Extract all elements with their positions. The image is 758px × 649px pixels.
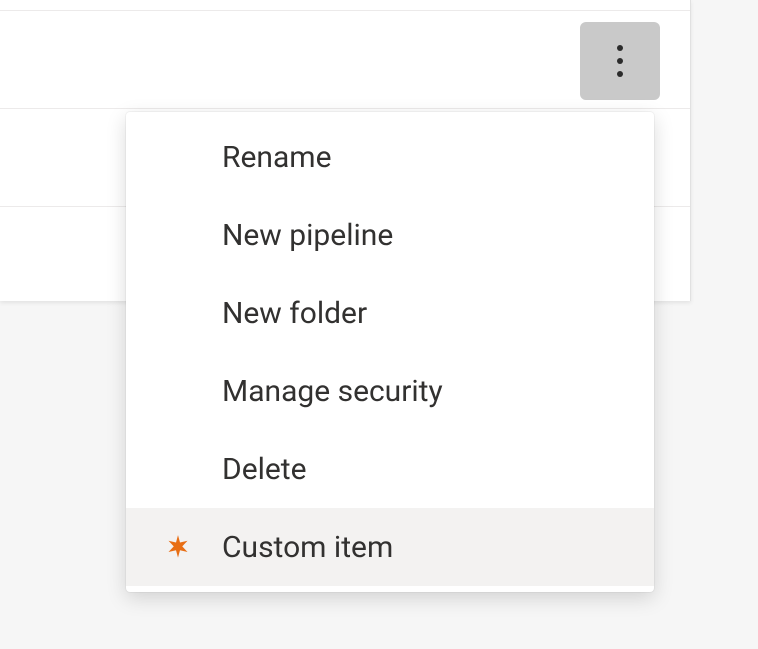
menu-item-label: New pipeline — [222, 218, 393, 253]
menu-item-new-pipeline[interactable]: New pipeline — [126, 196, 654, 274]
kebab-icon — [617, 45, 623, 77]
menu-item-label: Delete — [222, 452, 307, 487]
asterisk-icon — [160, 529, 196, 565]
context-menu: Rename New pipeline New folder Manage secur… — [126, 112, 654, 592]
menu-item-label: Custom item — [222, 530, 393, 565]
more-options-button[interactable] — [580, 22, 660, 100]
menu-item-manage-security[interactable]: Manage security — [126, 352, 654, 430]
menu-item-rename[interactable]: Rename — [126, 118, 654, 196]
menu-item-label: Rename — [222, 140, 332, 175]
menu-item-label: New folder — [222, 296, 367, 331]
row-separator — [0, 108, 690, 109]
menu-item-custom-item[interactable]: Custom item — [126, 508, 654, 586]
menu-item-delete[interactable]: Delete — [126, 430, 654, 508]
menu-item-label: Manage security — [222, 374, 443, 409]
menu-item-new-folder[interactable]: New folder — [126, 274, 654, 352]
